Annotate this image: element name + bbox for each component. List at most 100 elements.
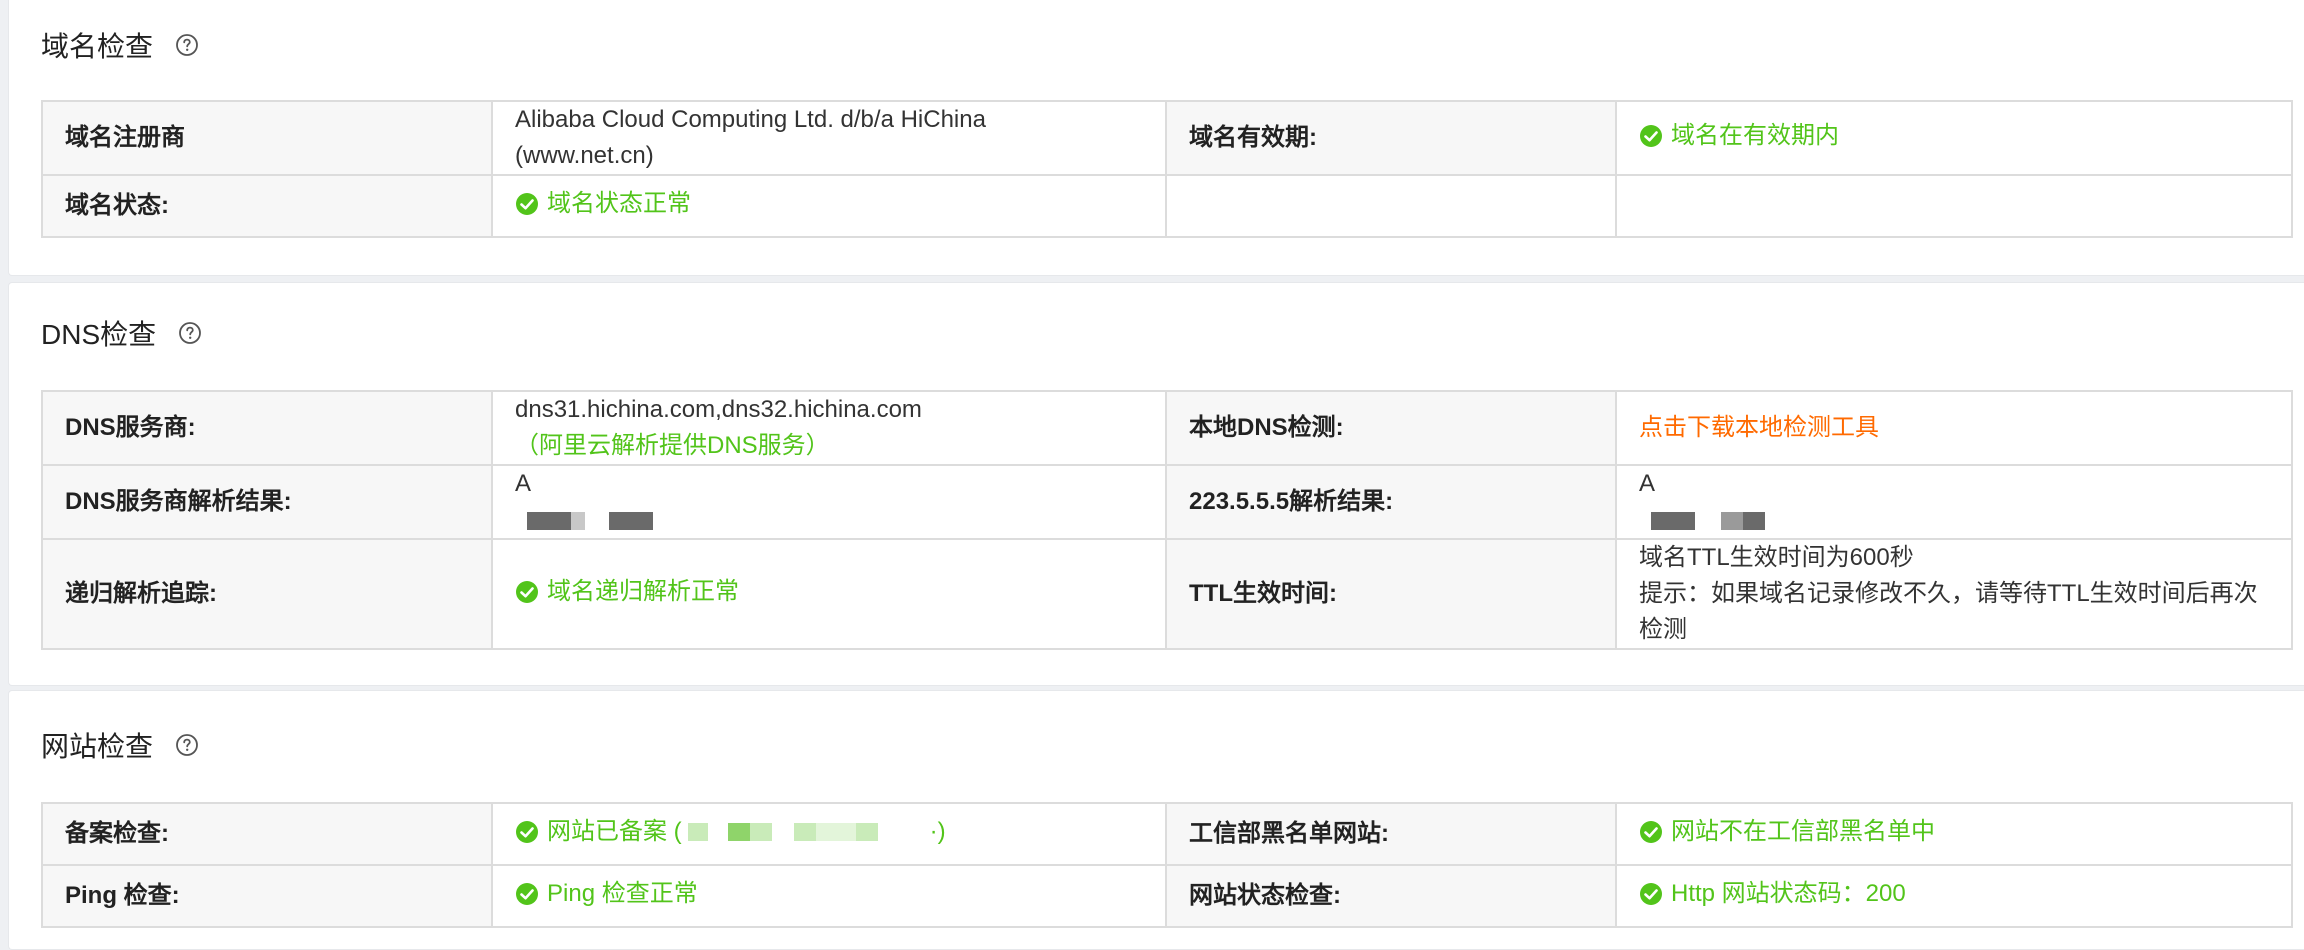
empty-cell bbox=[1615, 174, 2293, 238]
table-row: 域名状态: 域名状态正常 bbox=[41, 174, 2293, 238]
status-value: 域名状态正常 bbox=[547, 189, 691, 217]
recursive-status: 域名递归解析正常 bbox=[515, 574, 739, 610]
ping-label: Ping 检查: bbox=[41, 864, 493, 928]
table-row: 递归解析追踪: 域名递归解析正常 TTL生效时间: 域名TTL生效时间为600秒… bbox=[41, 538, 2293, 650]
dns-check-section: DNS检查 DNS服务商: dns31.hichina.com,dns32.hi… bbox=[8, 282, 2304, 686]
redacted-block bbox=[815, 822, 856, 841]
http-status-label: 网站状态检查: bbox=[1165, 864, 1617, 928]
dns-provider-note: （阿里云解析提供DNS服务） bbox=[515, 432, 830, 459]
redacted-block bbox=[1651, 511, 1695, 530]
check-circle-icon bbox=[515, 820, 539, 844]
table-row: Ping 检查: Ping 检查正常 网站状态检查: Http 网站状态码：20… bbox=[41, 864, 2293, 928]
table-row: DNS服务商: dns31.hichina.com,dns32.hichina.… bbox=[41, 390, 2293, 466]
redacted-gap bbox=[585, 512, 609, 530]
icp-value-prefix: 网站已备案 ( bbox=[547, 817, 682, 845]
masked-ip bbox=[515, 502, 1143, 538]
ttl-value-line1: 域名TTL生效时间为600秒 bbox=[1639, 544, 1914, 571]
check-circle-icon bbox=[515, 580, 539, 604]
blacklist-status: 网站不在工信部黑名单中 bbox=[1639, 814, 1935, 850]
recursive-value-cell: 域名递归解析正常 bbox=[491, 538, 1167, 650]
check-circle-icon bbox=[1639, 882, 1663, 906]
dns-provider-result-value: A bbox=[491, 464, 1167, 540]
dns-provider-label: DNS服务商: bbox=[41, 390, 493, 466]
redacted-block bbox=[687, 822, 708, 841]
ttl-value: 域名TTL生效时间为600秒 提示：如果域名记录修改不久，请等待TTL生效时间后… bbox=[1615, 538, 2293, 650]
domain-check-table: 域名注册商 Alibaba Cloud Computing Ltd. d/b/a… bbox=[41, 100, 2293, 238]
download-local-tool-link[interactable]: 点击下载本地检测工具 bbox=[1639, 414, 1879, 441]
icp-value-suffix: ·) bbox=[929, 817, 946, 845]
redacted-gap bbox=[878, 823, 930, 841]
redacted-gap bbox=[1695, 512, 1721, 530]
status-label: 域名状态: bbox=[41, 174, 493, 238]
ttl-value-line3: 检测 bbox=[1639, 616, 1687, 643]
redacted-block bbox=[749, 822, 772, 841]
status-value-cell: 域名状态正常 bbox=[491, 174, 1167, 238]
domain-check-title: 域名检查 bbox=[41, 25, 199, 65]
check-circle-icon bbox=[515, 192, 539, 216]
registrar-value: Alibaba Cloud Computing Ltd. d/b/a HiChi… bbox=[491, 100, 1167, 176]
local-dns-label: 本地DNS检测: bbox=[1165, 390, 1617, 466]
registrar-value-line1: Alibaba Cloud Computing Ltd. d/b/a HiChi… bbox=[515, 106, 986, 133]
dns-provider-value: dns31.hichina.com,dns32.hichina.com （阿里云… bbox=[491, 390, 1167, 466]
empty-cell bbox=[1165, 174, 1617, 238]
ttl-label: TTL生效时间: bbox=[1165, 538, 1617, 650]
http-status-value: Http 网站状态码：200 bbox=[1671, 879, 1906, 907]
ping-value-cell: Ping 检查正常 bbox=[491, 864, 1167, 928]
check-circle-icon bbox=[515, 882, 539, 906]
table-row: 备案检查: 网站已备案 ( ·) 工信部黑名单网站: 网站不在工信部黑名单中 bbox=[41, 802, 2293, 866]
site-check-section: 网站检查 备案检查: 网站已备案 ( ·) 工信部黑名单网站: 网站不在工信部黑… bbox=[8, 690, 2304, 950]
recursive-label: 递归解析追踪: bbox=[41, 538, 493, 650]
domain-status: 域名状态正常 bbox=[515, 186, 691, 222]
domain-check-title-text: 域名检查 bbox=[41, 31, 154, 62]
validity-value-cell: 域名在有效期内 bbox=[1615, 100, 2293, 176]
redacted-gap bbox=[708, 823, 728, 841]
validity-status: 域名在有效期内 bbox=[1639, 118, 1839, 154]
redacted-block bbox=[855, 822, 878, 841]
validity-label: 域名有效期: bbox=[1165, 100, 1617, 176]
blacklist-value: 网站不在工信部黑名单中 bbox=[1671, 817, 1935, 845]
ping-value: Ping 检查正常 bbox=[547, 879, 698, 907]
dns-check-table: DNS服务商: dns31.hichina.com,dns32.hichina.… bbox=[41, 390, 2293, 650]
redacted-block bbox=[793, 822, 816, 841]
ali-dns-result-label: 223.5.5.5解析结果: bbox=[1165, 464, 1617, 540]
redacted-block bbox=[527, 511, 571, 530]
icp-status: 网站已备案 ( ·) bbox=[515, 814, 946, 850]
dns-check-title-text: DNS检查 bbox=[41, 319, 157, 350]
check-circle-icon bbox=[1639, 124, 1663, 148]
blacklist-value-cell: 网站不在工信部黑名单中 bbox=[1615, 802, 2293, 866]
icp-label: 备案检查: bbox=[41, 802, 493, 866]
masked-ip bbox=[1639, 502, 2269, 538]
redacted-gap bbox=[772, 823, 794, 841]
site-check-table: 备案检查: 网站已备案 ( ·) 工信部黑名单网站: 网站不在工信部黑名单中 P… bbox=[41, 802, 2293, 928]
question-circle-icon[interactable] bbox=[175, 33, 199, 57]
ali-dns-result-value: A bbox=[1615, 464, 2293, 540]
table-row: 域名注册商 Alibaba Cloud Computing Ltd. d/b/a… bbox=[41, 100, 2293, 176]
redacted-block bbox=[1743, 511, 1765, 530]
table-row: DNS服务商解析结果: A 223.5.5.5解析结果: A bbox=[41, 464, 2293, 540]
dns-provider-servers: dns31.hichina.com,dns32.hichina.com bbox=[515, 396, 922, 423]
redacted-block bbox=[609, 511, 653, 530]
blacklist-label: 工信部黑名单网站: bbox=[1165, 802, 1617, 866]
redacted-block bbox=[1721, 511, 1743, 530]
http-status-value-cell: Http 网站状态码：200 bbox=[1615, 864, 2293, 928]
record-type: A bbox=[515, 470, 532, 497]
local-dns-value-cell: 点击下载本地检测工具 bbox=[1615, 390, 2293, 466]
site-check-title-text: 网站检查 bbox=[41, 731, 154, 762]
dns-provider-result-label: DNS服务商解析结果: bbox=[41, 464, 493, 540]
validity-value: 域名在有效期内 bbox=[1671, 121, 1839, 149]
redacted-block bbox=[571, 511, 585, 530]
domain-check-section: 域名检查 域名注册商 Alibaba Cloud Computing Ltd. … bbox=[8, 0, 2304, 276]
redacted-block bbox=[727, 822, 750, 841]
registrar-value-line2: (www.net.cn) bbox=[515, 142, 654, 169]
question-circle-icon[interactable] bbox=[178, 321, 202, 345]
dns-check-title: DNS检查 bbox=[41, 313, 202, 353]
question-circle-icon[interactable] bbox=[175, 733, 199, 757]
ttl-value-line2: 提示：如果域名记录修改不久，请等待TTL生效时间后再次 bbox=[1639, 580, 2258, 607]
recursive-value: 域名递归解析正常 bbox=[547, 577, 739, 605]
site-check-title: 网站检查 bbox=[41, 725, 199, 765]
ping-status: Ping 检查正常 bbox=[515, 876, 698, 912]
registrar-label: 域名注册商 bbox=[41, 100, 493, 176]
http-status: Http 网站状态码：200 bbox=[1639, 876, 1906, 912]
record-type: A bbox=[1639, 470, 1656, 497]
icp-value-cell: 网站已备案 ( ·) bbox=[491, 802, 1167, 866]
